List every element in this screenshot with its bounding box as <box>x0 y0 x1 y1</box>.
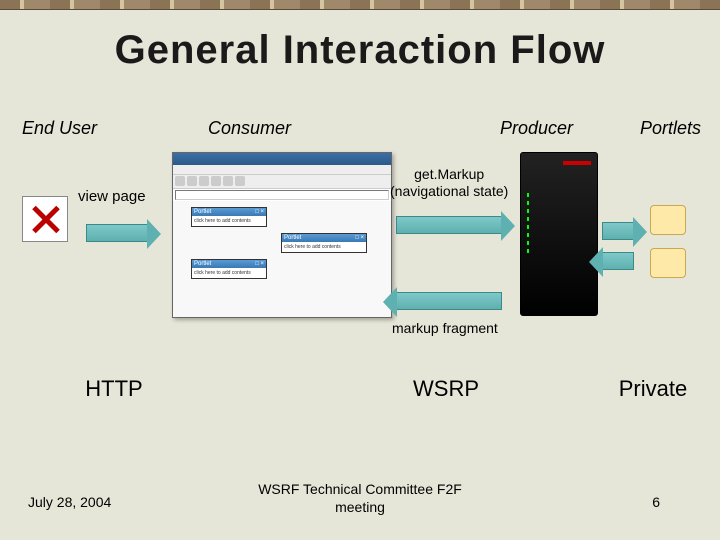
footer-page-number: 6 <box>652 494 660 510</box>
portlet-title: Portlet <box>194 209 211 215</box>
get-markup-line2: (navigational state) <box>390 183 508 200</box>
protocol-wsrp-label: WSRP <box>396 376 496 402</box>
decorative-top-border <box>0 0 720 10</box>
portlet-title: Portlet <box>284 235 301 241</box>
portlet-title: Portlet <box>194 261 211 267</box>
page-title: General Interaction Flow <box>0 28 720 73</box>
column-header-enduser: End User <box>22 118 97 139</box>
arrow-portlet-to-producer <box>602 252 634 270</box>
arrow-producer-to-portlet <box>602 222 634 240</box>
portlet-window: Portlet□ × click here to add contents <box>191 259 267 279</box>
view-page-label: view page <box>78 188 146 205</box>
enduser-placeholder-icon <box>22 196 68 242</box>
protocol-http-label: HTTP <box>74 376 154 402</box>
browser-toolbar <box>173 175 391 189</box>
producer-server-icon <box>520 152 598 316</box>
browser-menubar <box>173 165 391 175</box>
consumer-browser-window: Portlet□ × click here to add contents Po… <box>172 152 392 318</box>
browser-titlebar <box>173 153 391 165</box>
arrow-consumer-to-producer <box>396 216 502 234</box>
portlet-body: click here to add contents <box>192 216 266 226</box>
protocol-private-label: Private <box>608 376 698 402</box>
portlet-body: click here to add contents <box>192 268 266 278</box>
portlet-instance-icon <box>650 248 686 278</box>
portlet-window: Portlet□ × click here to add contents <box>281 233 367 253</box>
footer-center-line2: meeting <box>258 499 462 517</box>
footer-center: WSRF Technical Committee F2F meeting <box>258 481 462 516</box>
get-markup-label: get.Markup (navigational state) <box>390 166 508 200</box>
get-markup-line1: get.Markup <box>390 166 508 183</box>
column-header-portlets: Portlets <box>640 118 701 139</box>
footer-date: July 28, 2004 <box>28 494 111 510</box>
browser-content: Portlet□ × click here to add contents Po… <box>173 201 391 317</box>
browser-addressbar <box>175 190 389 200</box>
arrow-producer-to-consumer <box>396 292 502 310</box>
portlet-instance-icon <box>650 205 686 235</box>
portlet-window: Portlet□ × click here to add contents <box>191 207 267 227</box>
arrow-enduser-to-consumer <box>86 224 148 242</box>
footer-center-line1: WSRF Technical Committee F2F <box>258 481 462 499</box>
markup-fragment-label: markup fragment <box>392 320 498 336</box>
column-header-consumer: Consumer <box>208 118 291 139</box>
portlet-body: click here to add contents <box>282 242 366 252</box>
column-header-producer: Producer <box>500 118 573 139</box>
